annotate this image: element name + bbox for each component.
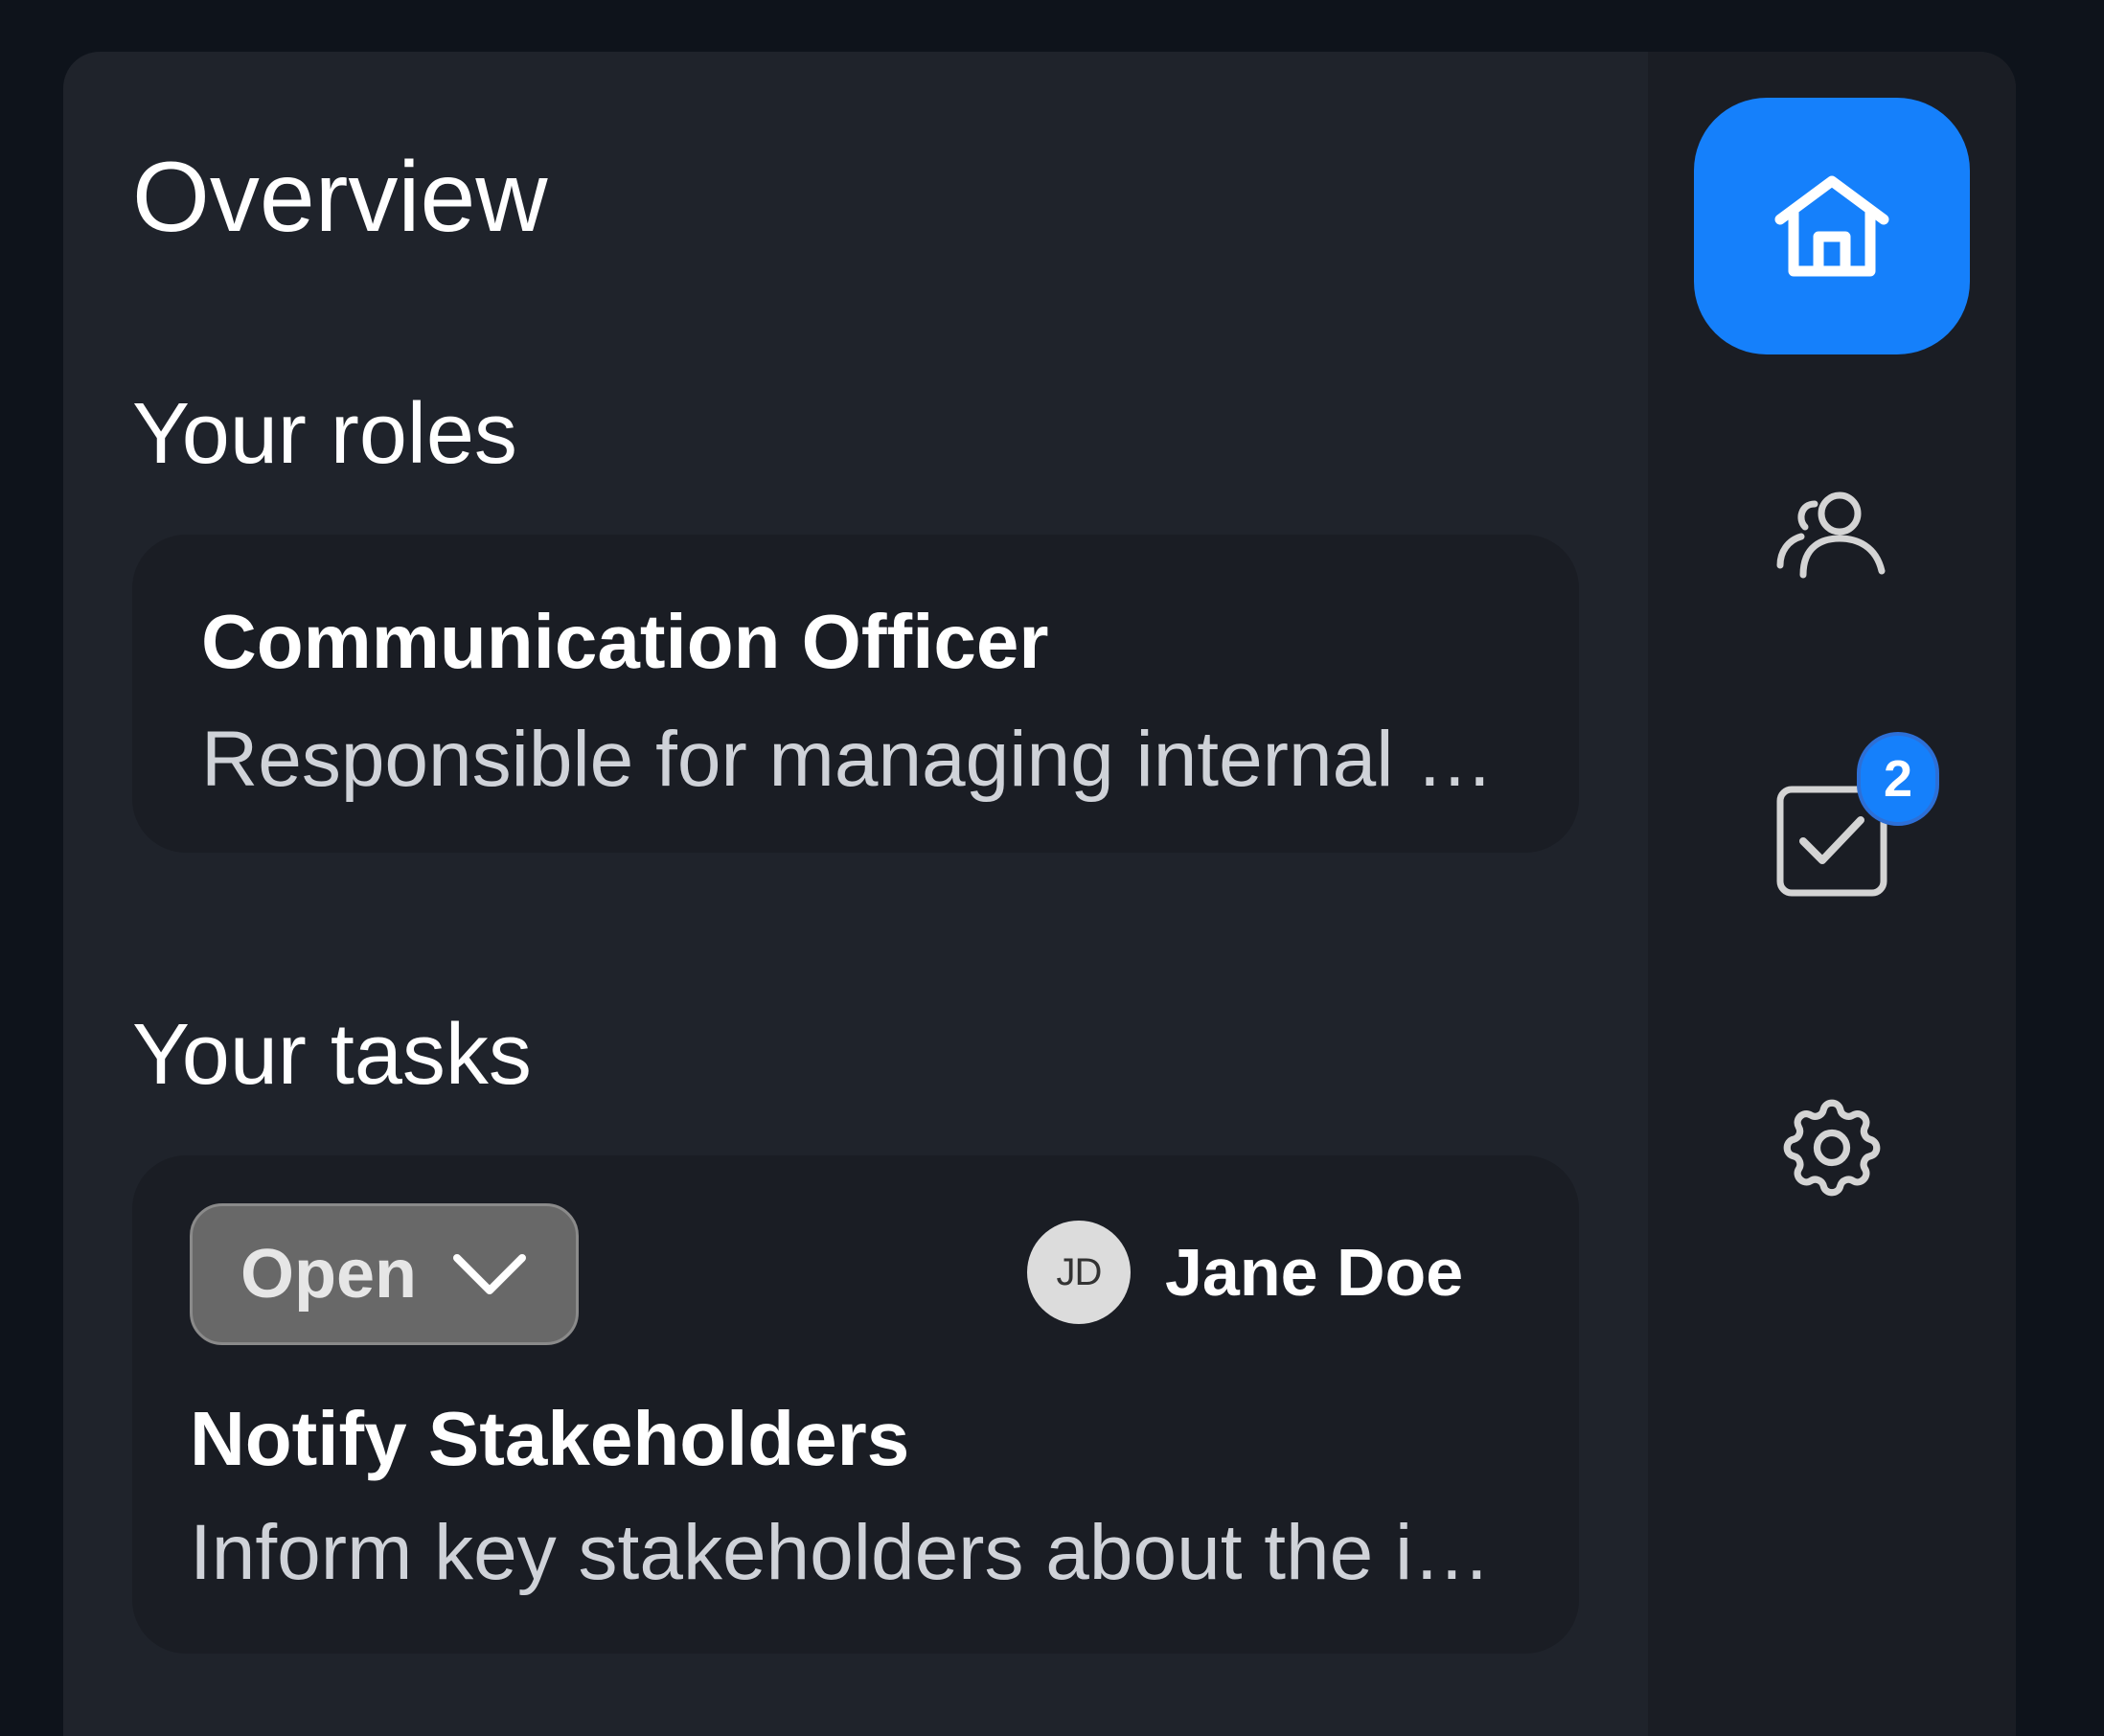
home-icon — [1774, 175, 1889, 277]
role-card[interactable]: Communication Officer Responsible for ma… — [132, 535, 1579, 853]
settings-icon — [1783, 1099, 1881, 1197]
task-assignee[interactable]: JD Jane Doe — [1027, 1221, 1463, 1324]
sidebar-item-settings[interactable] — [1694, 1019, 1970, 1276]
roles-section-title: Your roles — [132, 386, 517, 482]
task-description: Inform key stakeholders about the incide… — [190, 1510, 1531, 1596]
sidebar-item-users[interactable] — [1694, 406, 1970, 663]
sidebar-nav: 2 — [1648, 52, 2016, 1736]
assignee-name: Jane Doe — [1165, 1235, 1464, 1310]
task-card[interactable]: Open JD Jane Doe Notify Stakeholders Inf… — [132, 1155, 1579, 1654]
avatar: JD — [1027, 1221, 1131, 1324]
status-label: Open — [240, 1236, 418, 1313]
main-content: Overview Your roles Communication Office… — [63, 52, 1648, 1736]
chevron-down-icon — [451, 1250, 528, 1298]
app-panel: Overview Your roles Communication Office… — [63, 52, 2016, 1736]
users-icon — [1776, 491, 1886, 579]
task-title: Notify Stakeholders — [190, 1396, 910, 1481]
status-dropdown[interactable]: Open — [190, 1203, 579, 1345]
sidebar-item-home[interactable] — [1694, 98, 1970, 354]
notification-badge: 2 — [1857, 732, 1939, 826]
role-description: Responsible for managing internal commun… — [201, 717, 1523, 803]
role-title: Communication Officer — [201, 599, 1049, 684]
page-title: Overview — [132, 142, 548, 253]
tasks-section-title: Your tasks — [132, 1007, 532, 1103]
sidebar-item-tasks[interactable]: 2 — [1694, 713, 1970, 970]
